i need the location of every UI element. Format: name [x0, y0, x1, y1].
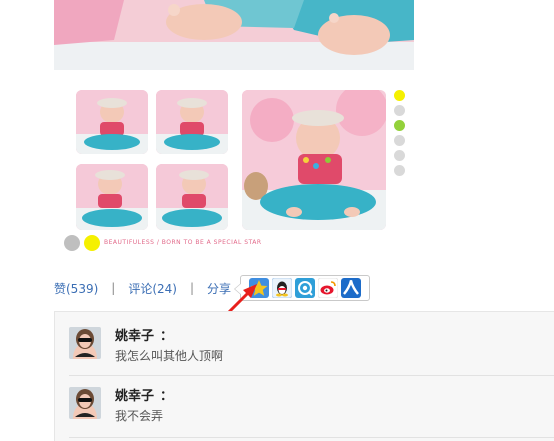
comment-author[interactable]: 姚幸子 ：	[115, 325, 173, 344]
comment-item: 姚幸子 ： 我不会弄	[69, 385, 549, 435]
collage-thumb-large[interactable]	[242, 90, 386, 230]
separator: |	[111, 281, 116, 295]
collage-dot	[394, 90, 405, 101]
comment-text: 我怎么叫其他人顶啊	[115, 349, 224, 363]
collage-dot	[394, 135, 405, 146]
avatar[interactable]	[69, 327, 101, 359]
collage-dot	[64, 235, 80, 251]
collage-thumb-3[interactable]	[76, 164, 148, 230]
collage-dot	[394, 105, 405, 116]
collage-thumb-2[interactable]	[156, 90, 228, 154]
comment-item: 姚幸子 ： 我怎么叫其他人顶啊	[69, 325, 549, 375]
comment-divider	[69, 375, 554, 376]
top-baby-photo	[54, 0, 414, 70]
avatar[interactable]	[69, 387, 101, 419]
like-link[interactable]: 赞(539)	[54, 280, 98, 297]
author-name[interactable]: 姚幸子	[115, 389, 154, 404]
collage-dot	[394, 150, 405, 161]
comment-divider	[69, 437, 554, 438]
collage-dot	[394, 165, 405, 176]
separator: |	[189, 281, 195, 295]
comment-link[interactable]: 评论(24)	[128, 280, 177, 297]
collage-thumb-4[interactable]	[156, 164, 228, 230]
author-name[interactable]: 姚幸子	[115, 329, 154, 344]
comment-text: 我不会弄	[115, 409, 164, 423]
collage-dot	[394, 120, 405, 131]
renren-share-icon[interactable]	[341, 278, 361, 298]
baby-feet-photo	[54, 0, 414, 70]
photo-collage	[64, 88, 414, 251]
tencent-weibo-share-icon[interactable]	[295, 278, 315, 298]
qq-share-icon[interactable]	[272, 278, 292, 298]
collage-caption: BEAUTIFULESS / BORN TO BE A SPECIAL STAR	[104, 239, 262, 246]
collage-thumb-1[interactable]	[76, 90, 148, 154]
comment-list: 姚幸子 ： 我怎么叫其他人顶啊 姚幸子 ： 我不会弄	[54, 311, 554, 441]
author-colon: ：	[160, 329, 174, 344]
comment-author[interactable]: 姚幸子 ：	[115, 385, 173, 404]
author-colon: ：	[160, 389, 174, 404]
collage-dot	[84, 235, 100, 251]
sina-weibo-share-icon[interactable]	[318, 278, 338, 298]
